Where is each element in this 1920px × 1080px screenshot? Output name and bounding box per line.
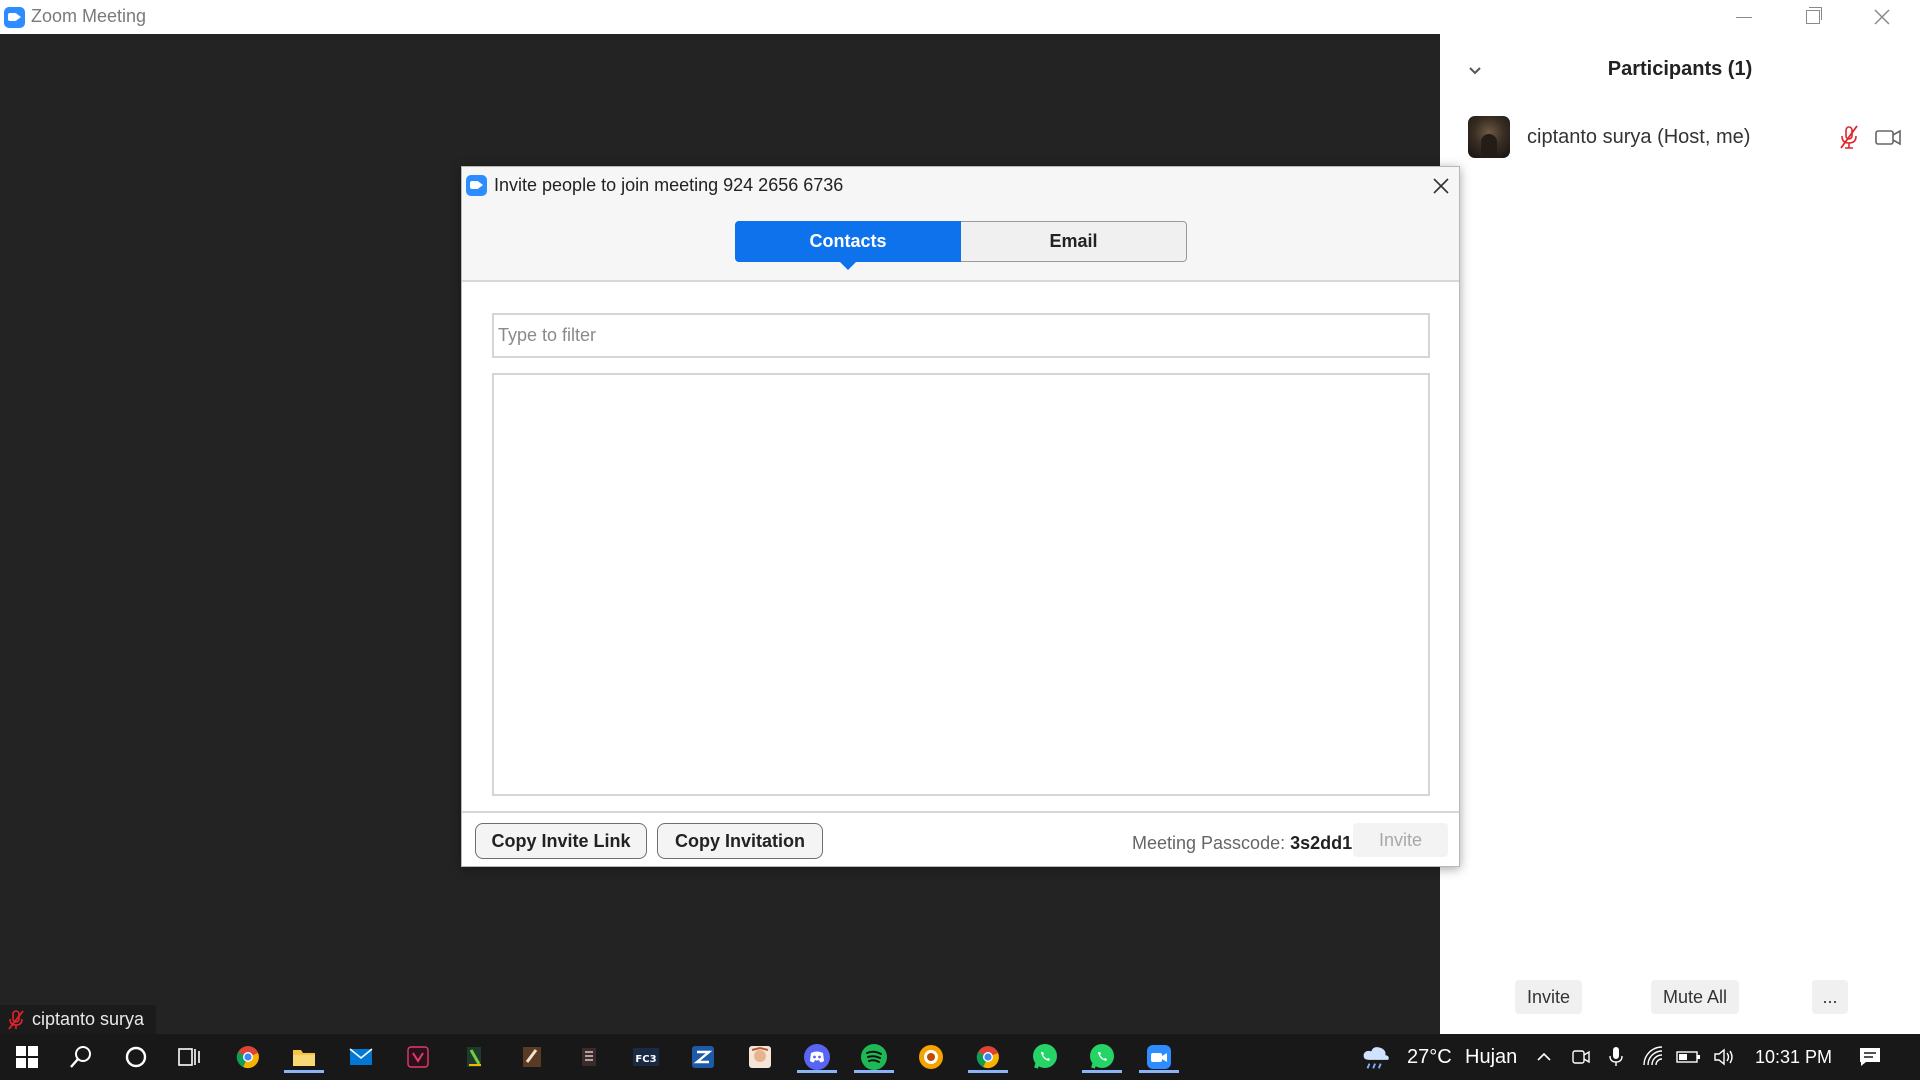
dialog-footer: Copy Invite Link Copy Invitation Meeting… bbox=[462, 811, 1459, 866]
invite-dialog: Invite people to join meeting 924 2656 6… bbox=[461, 166, 1460, 867]
svg-text:FC3: FC3 bbox=[635, 1054, 656, 1065]
self-name-label: ciptanto surya bbox=[0, 1005, 157, 1034]
battery-icon[interactable] bbox=[1673, 1041, 1705, 1073]
spotify-icon[interactable] bbox=[854, 1041, 894, 1073]
copy-invitation-button[interactable]: Copy Invitation bbox=[657, 823, 823, 859]
mute-all-button[interactable]: Mute All bbox=[1651, 980, 1740, 1014]
maximize-button[interactable] bbox=[1791, 4, 1835, 30]
passcode-label: Meeting Passcode: bbox=[1132, 833, 1286, 853]
app-icon[interactable] bbox=[687, 1041, 719, 1073]
self-name: ciptanto surya bbox=[32, 1009, 145, 1029]
clock-time[interactable]: 10:31 PM bbox=[1755, 1047, 1832, 1068]
passcode-value: 3s2dd1 bbox=[1290, 833, 1353, 853]
vivaldi-icon[interactable] bbox=[402, 1041, 434, 1073]
close-window-button[interactable] bbox=[1860, 4, 1904, 30]
meeting-passcode: Meeting Passcode: 3s2dd1 bbox=[1132, 833, 1352, 854]
app-icon[interactable] bbox=[573, 1041, 605, 1073]
meet-now-icon[interactable] bbox=[1565, 1041, 1597, 1073]
dialog-header: Invite people to join meeting 924 2656 6… bbox=[462, 167, 1459, 282]
windows-start-icon[interactable] bbox=[11, 1041, 43, 1073]
window-title-bar: Zoom Meeting bbox=[0, 0, 1920, 34]
mic-muted-icon bbox=[8, 1009, 24, 1030]
app-icon[interactable] bbox=[516, 1041, 548, 1073]
more-button[interactable]: ... bbox=[1812, 980, 1848, 1014]
copy-invite-link-button[interactable]: Copy Invite Link bbox=[475, 823, 647, 859]
tab-contacts[interactable]: Contacts bbox=[735, 221, 961, 270]
app-icon[interactable] bbox=[459, 1041, 491, 1073]
discord-icon[interactable] bbox=[797, 1041, 837, 1073]
mic-muted-icon[interactable] bbox=[1836, 124, 1862, 150]
cortana-icon[interactable] bbox=[120, 1041, 152, 1073]
window-title: Zoom Meeting bbox=[31, 6, 147, 26]
app-icon[interactable] bbox=[915, 1041, 947, 1073]
chrome-icon[interactable] bbox=[232, 1041, 264, 1073]
participants-panel: Participants (1) ciptanto surya (Host, m… bbox=[1440, 34, 1920, 1034]
volume-icon[interactable] bbox=[1708, 1041, 1740, 1073]
participant-name: ciptanto surya (Host, me) bbox=[1527, 126, 1751, 148]
whatsapp-icon[interactable] bbox=[1029, 1041, 1061, 1073]
filter-input[interactable] bbox=[492, 313, 1430, 358]
invite-send-button[interactable]: Invite bbox=[1353, 823, 1448, 857]
microphone-icon[interactable] bbox=[1600, 1041, 1632, 1073]
participant-row[interactable]: ciptanto surya (Host, me) bbox=[1440, 110, 1920, 166]
video-camera-icon[interactable] bbox=[1874, 124, 1902, 150]
tab-email[interactable]: Email bbox=[961, 221, 1187, 262]
notifications-icon[interactable] bbox=[1854, 1041, 1886, 1073]
dialog-close-button[interactable] bbox=[1426, 171, 1456, 201]
file-explorer-icon[interactable] bbox=[284, 1041, 324, 1073]
mail-icon[interactable] bbox=[345, 1041, 377, 1073]
whatsapp-icon[interactable] bbox=[1082, 1041, 1122, 1073]
app-icon[interactable] bbox=[744, 1041, 776, 1073]
minimize-button[interactable] bbox=[1722, 4, 1766, 30]
fc3-icon[interactable]: FC3 bbox=[630, 1041, 662, 1073]
chrome-icon[interactable] bbox=[968, 1041, 1008, 1073]
zoom-logo-icon bbox=[4, 7, 25, 28]
close-icon bbox=[1433, 178, 1449, 194]
close-icon bbox=[1874, 9, 1890, 25]
dialog-title: Invite people to join meeting 924 2656 6… bbox=[494, 175, 844, 195]
contacts-list[interactable] bbox=[492, 373, 1430, 796]
windows-taskbar: FC3 27°C Hujan 10:31 PM bbox=[0, 1034, 1920, 1080]
weather-temp[interactable]: 27°C bbox=[1407, 1046, 1452, 1069]
zoom-logo-icon bbox=[466, 175, 487, 196]
avatar bbox=[1468, 116, 1510, 158]
task-view-icon[interactable] bbox=[173, 1041, 205, 1073]
weather-desc[interactable]: Hujan bbox=[1465, 1046, 1517, 1069]
invite-button[interactable]: Invite bbox=[1515, 980, 1583, 1014]
weather-icon[interactable] bbox=[1360, 1041, 1392, 1073]
chevron-up-icon[interactable] bbox=[1528, 1041, 1560, 1073]
search-icon[interactable] bbox=[65, 1041, 97, 1073]
zoom-icon[interactable] bbox=[1139, 1041, 1179, 1073]
wifi-icon[interactable] bbox=[1637, 1041, 1669, 1073]
participants-title: Participants (1) bbox=[1607, 58, 1753, 80]
